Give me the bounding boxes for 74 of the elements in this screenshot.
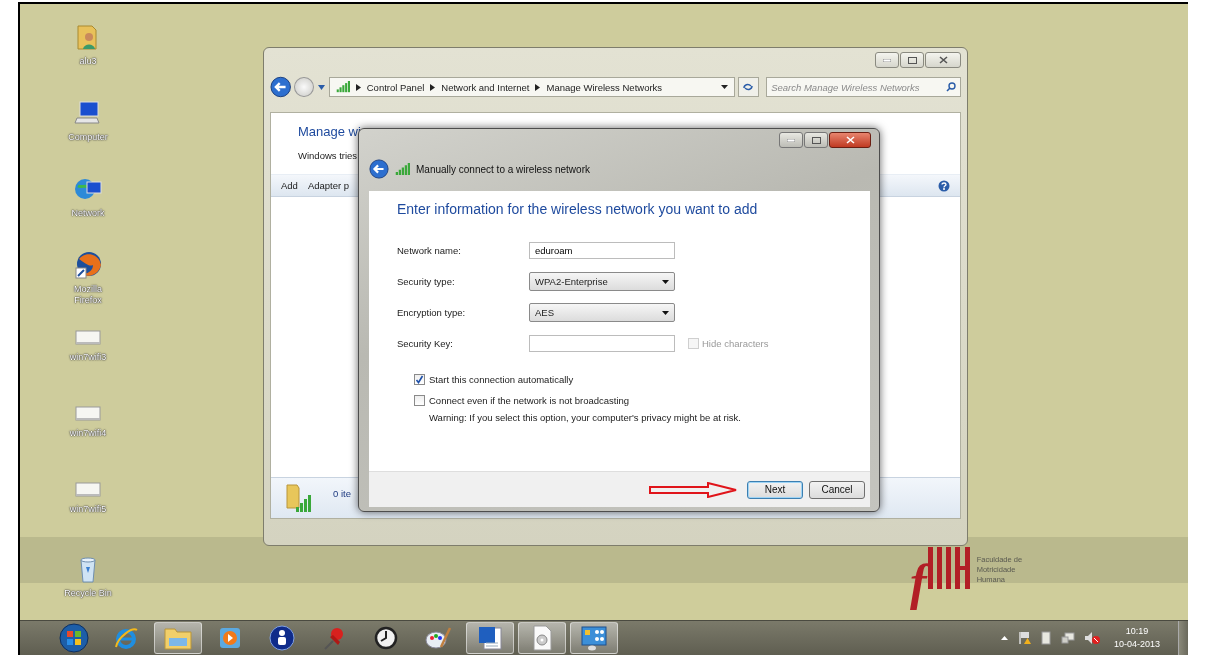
person-icon [269,625,295,651]
back-button[interactable] [270,76,292,98]
field-label: Encryption type: [397,307,467,318]
dialog-title: Manually connect to a wireless network [416,163,590,175]
minimize-button[interactable] [875,52,899,68]
speaker-muted-icon[interactable] [1083,631,1100,645]
caret-icon [662,279,669,284]
minimize-icon [787,138,795,142]
refresh-button[interactable] [737,77,760,97]
pushpin-icon [322,625,346,651]
checkbox[interactable] [414,395,425,406]
clock-date[interactable]: 10-04-2013 [1113,638,1160,651]
taskbar-button[interactable] [466,622,514,654]
wireless-folder-icon [285,483,313,513]
start-orb-icon [59,623,89,653]
help-icon[interactable] [938,179,950,192]
minimize-icon [883,58,891,62]
breadcrumb-link[interactable]: Manage Wireless Networks [546,81,663,93]
description-text: Windows tries [298,150,359,161]
flag-warning-icon[interactable] [1016,631,1031,645]
chevron-icon[interactable] [535,83,541,91]
close-button[interactable] [829,132,871,148]
show-desktop-button[interactable] [1178,620,1188,655]
search-field[interactable]: Search Manage Wireless Networks [766,77,961,97]
caret-icon[interactable] [720,85,728,89]
refresh-icon [742,82,755,92]
checkbox-label[interactable]: Start this connection automatically [429,374,574,385]
search-icon [946,82,956,92]
field-label: Security Key: [397,338,454,349]
document-icon [476,624,504,652]
maximize-button[interactable] [804,132,828,148]
breadcrumb-link[interactable]: Control Panel [366,81,425,93]
toolbar-button[interactable]: Add [281,180,298,191]
text-field[interactable]: eduroam [529,242,675,259]
chevron-icon[interactable] [355,83,361,91]
play-icon [218,626,242,650]
maximize-button[interactable] [900,52,924,68]
close-icon [938,56,948,64]
maximize-icon [811,136,821,144]
logo-bars-drawing [926,547,971,591]
caret-icon [662,310,669,315]
toolbar-button[interactable]: Adapter p [307,180,350,191]
breadcrumb-link[interactable]: Network and Internet [441,81,530,93]
maximize-icon [907,56,917,64]
palette-icon [424,625,452,651]
control-panel-icon [579,624,609,652]
checkbox-label[interactable]: Connect even if the network is not broadcasting [429,395,630,406]
warning-text: Warning: If you select this option, your computer's privacy might be at risk. [429,412,742,423]
browser-icon[interactable] [73,250,103,280]
dropdown[interactable]: AES [529,303,675,322]
folder-icon [163,625,193,651]
network-icon[interactable] [1060,631,1075,645]
checkmark-icon [415,375,424,384]
clock-icon [374,626,398,650]
signal-bars-icon [395,163,410,175]
address-bar[interactable]: Control Panel Network and Internet Manage Wireless Networks [328,77,735,97]
minimize-button[interactable] [779,132,803,148]
close-icon [845,136,855,144]
field-label: Security type: [397,276,456,287]
browser-icon [113,625,139,651]
dialog-button[interactable]: Next [747,480,803,499]
field-label: Network name: [397,245,462,256]
dropdown[interactable]: WPA2-Enterprise [529,272,675,291]
signal-bars-icon [335,81,350,93]
close-button[interactable] [925,52,961,68]
text-field[interactable] [529,335,675,352]
item-count: 0 ite [333,487,351,499]
clock-time[interactable]: 10:19 [1125,625,1149,638]
dialog-heading: Enter information for the wireless network you want to add [397,201,759,217]
back-button[interactable] [369,159,389,179]
chevron-icon[interactable] [430,83,436,91]
dialog-button[interactable]: Cancel [809,480,865,499]
device-icon[interactable] [1039,631,1052,645]
checkbox[interactable] [414,374,425,385]
